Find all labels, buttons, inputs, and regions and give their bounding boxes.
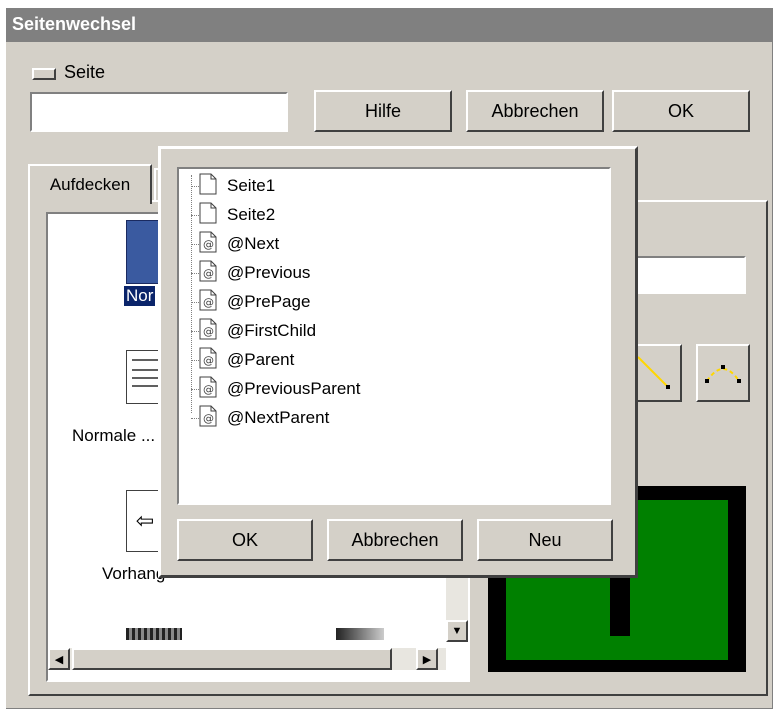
scroll-left-button[interactable]: ◀ [48, 648, 70, 670]
effect-normal-label[interactable]: Nor [124, 286, 156, 306]
tree-connector [191, 175, 192, 413]
popup-ok-button[interactable]: OK [177, 519, 313, 561]
tree-item-label: Seite1 [227, 176, 276, 195]
link-page-icon: @ [199, 405, 217, 432]
tree-item-label: Seite2 [227, 205, 276, 224]
option-field[interactable] [630, 256, 746, 294]
popup-new-button[interactable]: Neu [477, 519, 613, 561]
link-page-icon: @ [199, 318, 217, 345]
link-page-icon: @ [199, 289, 217, 316]
hscroll-thumb[interactable] [72, 648, 392, 670]
tree-item[interactable]: @ @Parent [199, 347, 294, 373]
effect-normale-label: Normale ... [72, 426, 156, 445]
page-tree[interactable]: Seite1 Seite2 @ @Next @ @Previous @ @PrePage @ @F… [177, 167, 611, 505]
popup-cancel-button[interactable]: Abbrechen [327, 519, 463, 561]
scroll-right-button[interactable]: ▶ [416, 648, 438, 670]
link-page-icon: @ [199, 376, 217, 403]
tree-item[interactable]: @ @Previous [199, 260, 310, 286]
svg-text:@: @ [203, 267, 214, 280]
svg-text:@: @ [203, 383, 214, 396]
tree-item-label: @FirstChild [227, 321, 317, 340]
hilfe-button[interactable]: Hilfe [314, 90, 452, 132]
ok-button[interactable]: OK [612, 90, 750, 132]
link-page-icon: @ [199, 231, 217, 258]
tree-item[interactable]: @ @FirstChild [199, 318, 316, 344]
svg-text:@: @ [203, 325, 214, 338]
page-icon [199, 173, 217, 200]
tree-item-label: @Parent [227, 350, 295, 369]
page-icon [199, 202, 217, 229]
tree-item[interactable]: Seite2 [199, 202, 275, 228]
effect-thumb-right[interactable] [336, 628, 384, 640]
tree-item[interactable]: @ @PrePage [199, 289, 310, 315]
svg-text:@: @ [203, 238, 214, 251]
tree-item[interactable]: Seite1 [199, 173, 275, 199]
seite-input[interactable] [30, 92, 288, 132]
tree-item[interactable]: @ @PreviousParent [199, 376, 361, 402]
cancel-button[interactable]: Abbrechen [466, 90, 604, 132]
tree-item[interactable]: @ @NextParent [199, 405, 329, 431]
line-curve-icon [637, 356, 670, 389]
tree-item-label: @PreviousParent [227, 379, 361, 398]
tab-aufdecken[interactable]: Aufdecken [28, 164, 152, 204]
svg-text:@: @ [203, 354, 214, 367]
effect-vorhang-label: Vorhang [102, 564, 166, 583]
effect-thumb-left[interactable] [126, 628, 182, 640]
window-title: Seitenwechsel [12, 14, 137, 34]
svg-text:@: @ [203, 412, 214, 425]
arc-curve-icon [705, 365, 741, 383]
page-select-popup: Seite1 Seite2 @ @Next @ @Previous @ @PrePage @ @F… [158, 146, 638, 578]
tree-item[interactable]: @ @Next [199, 231, 279, 257]
scroll-down-button[interactable]: ▼ [446, 620, 468, 642]
svg-text:@: @ [203, 296, 214, 309]
tree-item-label: @NextParent [227, 408, 330, 427]
tree-item-label: @Previous [227, 263, 311, 282]
tree-item-label: @Next [227, 234, 280, 253]
seite-label: Seite [64, 62, 106, 82]
title-bar: Seitenwechsel [6, 8, 772, 42]
link-page-icon: @ [199, 347, 217, 374]
link-page-icon: @ [199, 260, 217, 287]
page-transition-dialog: Seitenwechsel Seite Hilfe Abbrechen OK A… [6, 8, 773, 709]
seite-toggle-icon[interactable] [32, 68, 56, 80]
tab-aufdecken-label: Aufdecken [49, 175, 131, 194]
curve-arc-button[interactable] [696, 344, 750, 402]
tree-item-label: @PrePage [227, 292, 311, 311]
